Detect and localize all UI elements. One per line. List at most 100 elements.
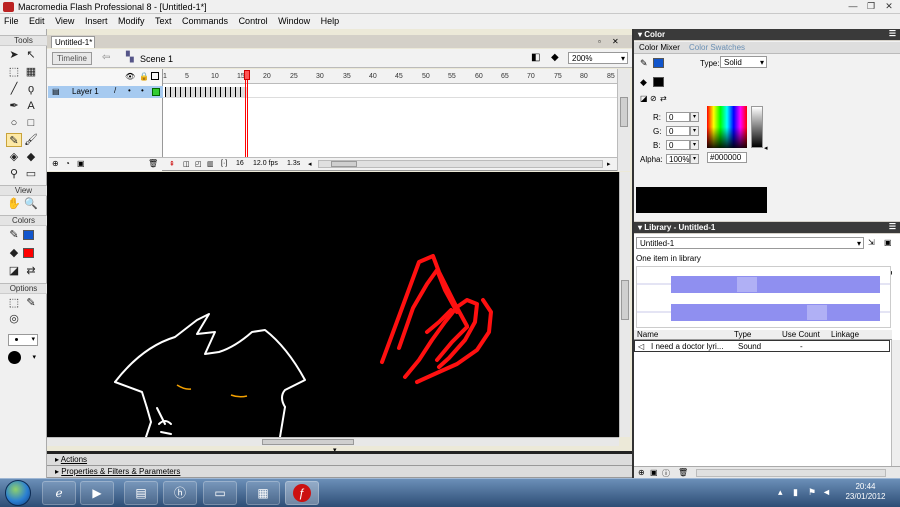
library-document-dropdown[interactable]: Untitled-1 ▾ xyxy=(636,237,864,249)
layer-name[interactable]: Layer 1 xyxy=(72,87,99,96)
lasso-tool-icon[interactable]: ϙ xyxy=(23,82,39,96)
close-button[interactable]: ✕ xyxy=(880,1,898,12)
zoom-tool-icon[interactable]: 🔍 xyxy=(23,197,39,211)
menu-window[interactable]: Window xyxy=(274,14,314,28)
volume-icon[interactable]: ◄ xyxy=(822,487,831,497)
internet-explorer-icon[interactable]: ℯ xyxy=(42,481,76,505)
new-folder-icon[interactable]: ▣ xyxy=(650,468,658,477)
swap-colors-icon[interactable]: ⇄ xyxy=(23,264,39,278)
timeline-hscroll[interactable] xyxy=(318,160,603,168)
taskbar-archive-icon[interactable]: ▦ xyxy=(246,481,280,505)
menu-view[interactable]: View xyxy=(51,14,78,28)
library-vscroll[interactable] xyxy=(891,340,900,466)
b-dropdown[interactable]: ▾ xyxy=(690,140,699,150)
battery-icon[interactable]: ▮ xyxy=(793,487,798,498)
menu-file[interactable]: File xyxy=(0,14,23,28)
menu-edit[interactable]: Edit xyxy=(25,14,49,28)
color-spectrum[interactable] xyxy=(707,106,747,148)
brightness-arrow-icon[interactable]: ◂ xyxy=(764,144,768,152)
center-frame-icon[interactable]: ⇞ xyxy=(169,160,175,168)
library-hscroll[interactable] xyxy=(696,469,886,477)
new-library-icon[interactable]: ▣ xyxy=(884,238,892,247)
selection-tool-icon[interactable]: ➤ xyxy=(6,48,22,62)
stroke-pencil-icon[interactable]: ✎ xyxy=(640,58,648,69)
tab-color-swatches[interactable]: Color Swatches xyxy=(689,43,745,52)
edit-scene-icon[interactable]: ◧ xyxy=(531,52,540,63)
taskbar-app-icon[interactable]: ▭ xyxy=(203,481,237,505)
mixer-black-white-icon[interactable]: ◪ xyxy=(640,94,648,103)
keyframe-strip[interactable] xyxy=(165,87,247,97)
scroll-right-icon[interactable]: ▸ xyxy=(607,160,611,168)
onion-outlines-icon[interactable]: ◰ xyxy=(195,160,202,168)
no-color-icon[interactable]: ⊘ xyxy=(650,94,657,103)
timeline-vscroll[interactable] xyxy=(617,69,630,171)
doc-close-icon[interactable]: ✕ xyxy=(612,37,619,46)
new-symbol-icon[interactable]: ⊕ xyxy=(638,468,645,477)
onion-skin-icon[interactable]: ◫ xyxy=(183,160,190,168)
show-hide-layers-icon[interactable]: 👁 xyxy=(125,72,135,81)
stage-vscroll-thumb[interactable] xyxy=(621,280,629,320)
tray-arrow-icon[interactable]: ▴ xyxy=(778,487,783,498)
alpha-input[interactable]: 100% xyxy=(666,154,690,164)
flash-taskbar-icon[interactable]: ƒ xyxy=(285,481,319,505)
col-linkage-header[interactable]: Linkage xyxy=(831,330,859,339)
col-use-count-header[interactable]: Use Count xyxy=(782,330,820,339)
panel-menu-icon[interactable]: ☰ xyxy=(889,29,896,38)
back-arrow-icon[interactable]: ⇦ xyxy=(102,52,110,63)
free-transform-icon[interactable]: ⬚ xyxy=(6,65,22,79)
menu-commands[interactable]: Commands xyxy=(178,14,232,28)
visible-dot-icon[interactable]: • xyxy=(128,86,131,95)
brush-tool-icon[interactable]: 🖌 xyxy=(23,133,39,147)
menu-modify[interactable]: Modify xyxy=(114,14,149,28)
frame-ruler[interactable]: 1 5 10 15 20 25 30 35 40 45 50 55 60 65 … xyxy=(163,69,617,84)
scroll-left-icon[interactable]: ◂ xyxy=(308,160,312,168)
color-panel-header[interactable]: ▾ Color ☰ xyxy=(634,29,900,40)
rectangle-tool-icon[interactable]: □ xyxy=(23,116,39,130)
r-input[interactable]: 0 xyxy=(666,112,690,122)
eyedropper-icon[interactable]: ⚲ xyxy=(6,167,22,181)
edit-symbols-icon[interactable]: ◆ xyxy=(551,52,559,63)
library-item-name[interactable]: I need a doctor lyri... xyxy=(651,342,723,351)
flag-icon[interactable]: ⚑ xyxy=(808,487,816,498)
pencil-tool-icon[interactable]: ✎ xyxy=(6,133,22,147)
snap-icon[interactable]: ◎ xyxy=(6,312,22,326)
brightness-slider[interactable] xyxy=(751,106,763,148)
stage-vscroll[interactable] xyxy=(619,172,630,437)
playhead[interactable] xyxy=(245,70,248,158)
hex-input[interactable]: #000000 xyxy=(707,152,747,163)
edit-multiple-frames-icon[interactable]: ▥ xyxy=(207,160,214,168)
ink-bottle-icon[interactable]: ◈ xyxy=(6,150,22,164)
text-tool-icon[interactable]: A xyxy=(23,99,39,113)
brush-shape-dropdown[interactable]: ▾ xyxy=(8,349,38,365)
g-dropdown[interactable]: ▾ xyxy=(690,126,699,136)
system-clock[interactable]: 20:44 23/01/2012 xyxy=(838,482,893,502)
lock-dot-icon[interactable]: • xyxy=(141,86,144,95)
library-item-row[interactable]: ◁ I need a doctor lyri... Sound - xyxy=(634,340,890,352)
pin-library-icon[interactable]: ⇲ xyxy=(868,238,875,247)
actions-panel-bar[interactable]: ▸ Actions xyxy=(47,454,632,466)
menu-insert[interactable]: Insert xyxy=(81,14,112,28)
menu-control[interactable]: Control xyxy=(235,14,272,28)
stroke-size-dropdown[interactable]: ▾ xyxy=(8,334,38,346)
outline-layers-icon[interactable] xyxy=(151,72,159,80)
mixer-stroke-swatch[interactable] xyxy=(653,58,664,68)
properties-panel-title[interactable]: Properties & Filters & Parameters xyxy=(61,467,180,476)
col-name-header[interactable]: Name xyxy=(637,330,658,339)
oval-tool-icon[interactable]: ○ xyxy=(6,116,22,130)
scene-label[interactable]: Scene 1 xyxy=(140,54,173,64)
timeline-toggle-button[interactable]: Timeline xyxy=(52,52,92,65)
restore-button[interactable]: ❐ xyxy=(862,1,880,12)
mixer-fill-swatch[interactable] xyxy=(653,77,664,87)
tab-color-mixer[interactable]: Color Mixer xyxy=(639,43,680,52)
subselection-tool-icon[interactable]: ↖ xyxy=(23,48,39,62)
stage-hscroll-thumb[interactable] xyxy=(262,439,354,445)
alpha-dropdown[interactable]: ▾ xyxy=(690,154,699,164)
library-panel-header[interactable]: ▾ Library - Untitled-1 ☰ xyxy=(634,222,900,233)
media-player-icon[interactable]: ▶ xyxy=(80,481,114,505)
timeline-vscroll-thumb[interactable] xyxy=(620,97,628,127)
document-tab[interactable]: Untitled-1* xyxy=(51,36,95,48)
zoom-dropdown[interactable]: 200% ▾ xyxy=(568,52,628,64)
minimize-button[interactable]: — xyxy=(844,1,862,12)
start-button[interactable] xyxy=(5,480,31,506)
actions-panel-title[interactable]: Actions xyxy=(61,455,87,464)
